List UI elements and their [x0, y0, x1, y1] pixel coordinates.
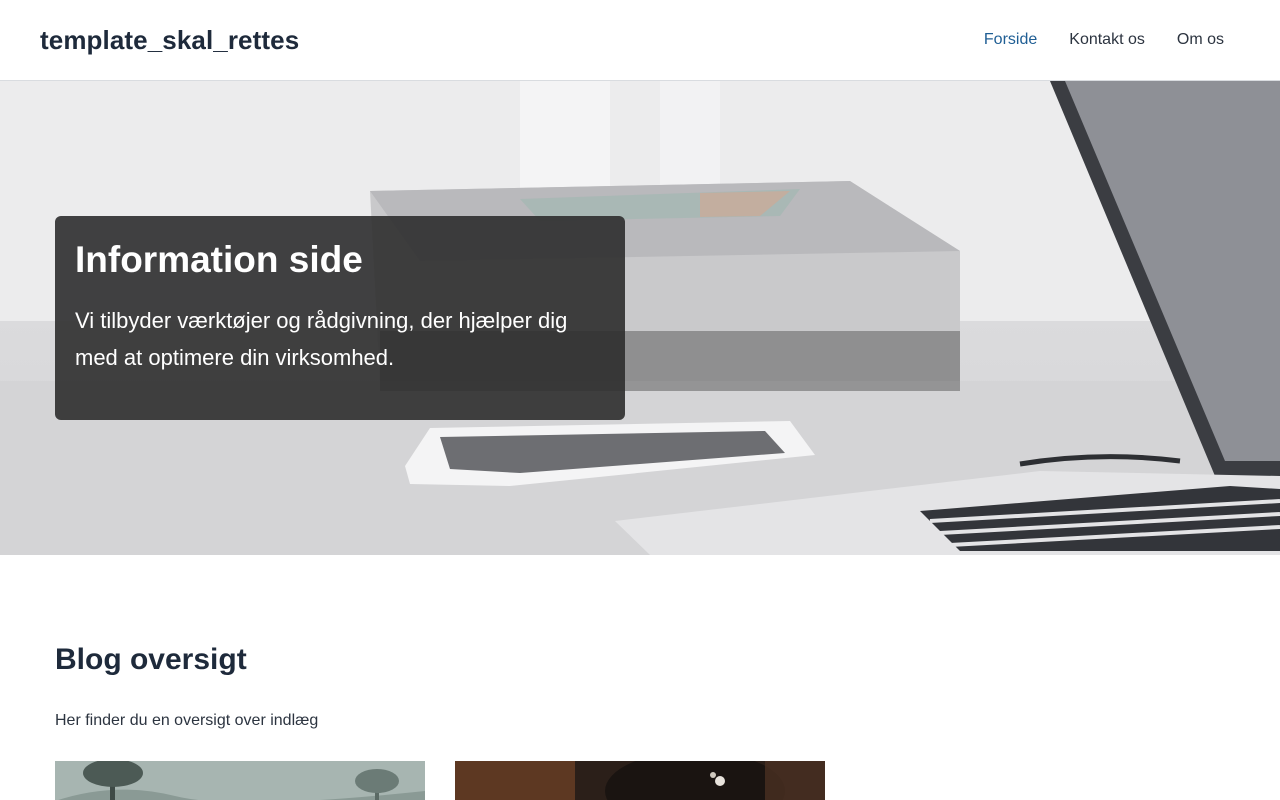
blog-card-list	[55, 761, 825, 800]
nav-link-kontakt-os[interactable]: Kontakt os	[1069, 31, 1145, 49]
blog-title: Blog oversigt	[55, 643, 247, 676]
nav-link-om-os[interactable]: Om os	[1177, 31, 1224, 49]
blog-card-image-forest[interactable]	[55, 761, 425, 800]
hero-info-card: Information side Vi tilbyder værktøjer o…	[55, 216, 625, 420]
coffee-cup-image	[455, 761, 825, 800]
blog-section: Blog oversigt Her finder du en oversigt …	[55, 640, 1225, 800]
hero-title: Information side	[75, 239, 363, 280]
site-header: template_skal_rettes Forside Kontakt os …	[0, 0, 1280, 81]
site-title[interactable]: template_skal_rettes	[40, 25, 299, 56]
forest-fog-image	[55, 761, 425, 800]
main-nav: Forside Kontakt os Om os	[952, 31, 1224, 49]
blog-lead: Her finder du en oversigt over indlæg	[55, 712, 319, 729]
blog-card-image-coffee[interactable]	[455, 761, 825, 800]
hero-text: Vi tilbyder værktøjer og rådgivning, der…	[75, 308, 568, 370]
hero-banner: Information side Vi tilbyder værktøjer o…	[0, 81, 1280, 555]
nav-link-forside[interactable]: Forside	[984, 31, 1037, 49]
